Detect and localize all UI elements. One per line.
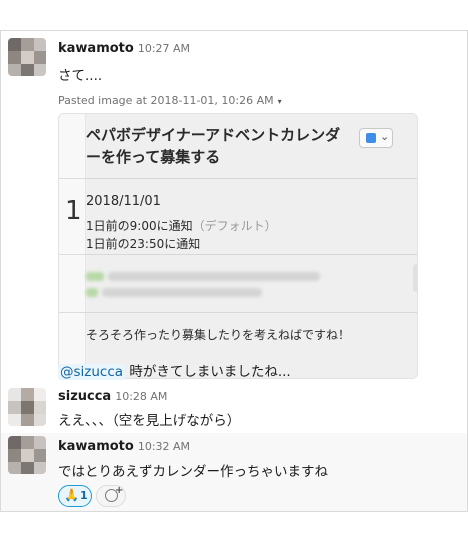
pasted-image[interactable]: 1 ペパボデザイナーアドベントカレンダ ーを作って募集する ⌄ 2018/11/… — [58, 113, 418, 379]
card-notice-1: 1日前の9:00に通知（デフォルト） — [86, 217, 277, 234]
timestamp[interactable]: 10:32 AM — [138, 440, 190, 453]
blurred-content — [86, 264, 326, 304]
author-label[interactable]: kawamoto — [58, 439, 134, 454]
message-sizucca[interactable]: sizucca 10:28 AM ええ、、、（空を見上げながら） — [1, 381, 467, 433]
message-pane: kawamoto 10:27 AM さて.... Pasted image at … — [0, 30, 468, 512]
message-kawamoto-1[interactable]: kawamoto 10:27 AM さて.... Pasted image at … — [1, 31, 467, 381]
card-title-line2: ーを作って募集する — [86, 148, 221, 166]
author-label[interactable]: sizucca — [58, 389, 111, 404]
chevron-down-icon: ⌄ — [380, 130, 390, 143]
avatar-kawamoto[interactable] — [8, 38, 46, 76]
message-text: さて.... — [58, 68, 103, 84]
card-title-line1: ペパボデザイナーアドベントカレンダ — [86, 126, 341, 144]
message-followup: @sizucca 時がきてしまいましたね... — [58, 360, 291, 380]
timestamp[interactable]: 10:27 AM — [138, 42, 190, 55]
calendar-color-button: ⌄ — [359, 128, 393, 148]
notice-1-default: （デフォルト） — [192, 219, 277, 233]
reaction-count: 1 — [80, 489, 88, 502]
card-date: 2018/11/01 — [86, 194, 161, 209]
image-left-panel: 1 — [59, 114, 86, 378]
pray-icon: 🙏 — [64, 488, 79, 502]
reaction-pray[interactable]: 🙏 1 — [58, 485, 92, 507]
message-kawamoto-2[interactable]: kawamoto 10:32 AM ではとりあえずカレンダー作っちゃいますね 🙏 … — [1, 433, 467, 511]
card-scroll-tab — [413, 264, 417, 292]
author-label[interactable]: kawamoto — [58, 41, 134, 56]
chevron-down-icon[interactable]: ▾ — [278, 97, 282, 106]
timestamp[interactable]: 10:28 AM — [115, 390, 167, 403]
followup-text: 時がきてしまいましたね... — [125, 364, 291, 380]
avatar-sizucca[interactable] — [8, 388, 46, 426]
attachment-meta[interactable]: Pasted image at 2018-11-01, 10:26 AM ▾ — [58, 94, 282, 107]
author-name[interactable]: kawamoto 10:32 AM — [58, 439, 190, 454]
message-text: ええ、、、（空を見上げながら） — [58, 413, 241, 429]
author-name[interactable]: sizucca 10:28 AM — [58, 389, 167, 404]
user-mention[interactable]: @sizucca — [58, 364, 126, 380]
attachment-meta-label: Pasted image at 2018-11-01, 10:26 AM — [58, 94, 274, 107]
calendar-color-swatch — [366, 133, 376, 143]
card-footer: そろそろ作ったり募集したりを考えねばですね！ — [86, 328, 351, 342]
notice-1-text: 1日前の9:00に通知 — [86, 219, 193, 233]
image-side-digit: 1 — [65, 196, 82, 226]
avatar-kawamoto[interactable] — [8, 436, 46, 474]
add-reaction-button[interactable]: + — [96, 485, 126, 507]
author-name[interactable]: kawamoto 10:27 AM — [58, 41, 190, 56]
reminder-card: ペパボデザイナーアドベントカレンダ ーを作って募集する ⌄ 2018/11/01… — [86, 114, 417, 378]
card-title: ペパボデザイナーアドベントカレンダ ーを作って募集する — [86, 124, 376, 168]
message-text: ではとりあえずカレンダー作っちゃいますね — [58, 464, 328, 480]
plus-icon: + — [115, 485, 124, 496]
card-notice-2: 1日前の23:50に通知 — [86, 237, 201, 251]
